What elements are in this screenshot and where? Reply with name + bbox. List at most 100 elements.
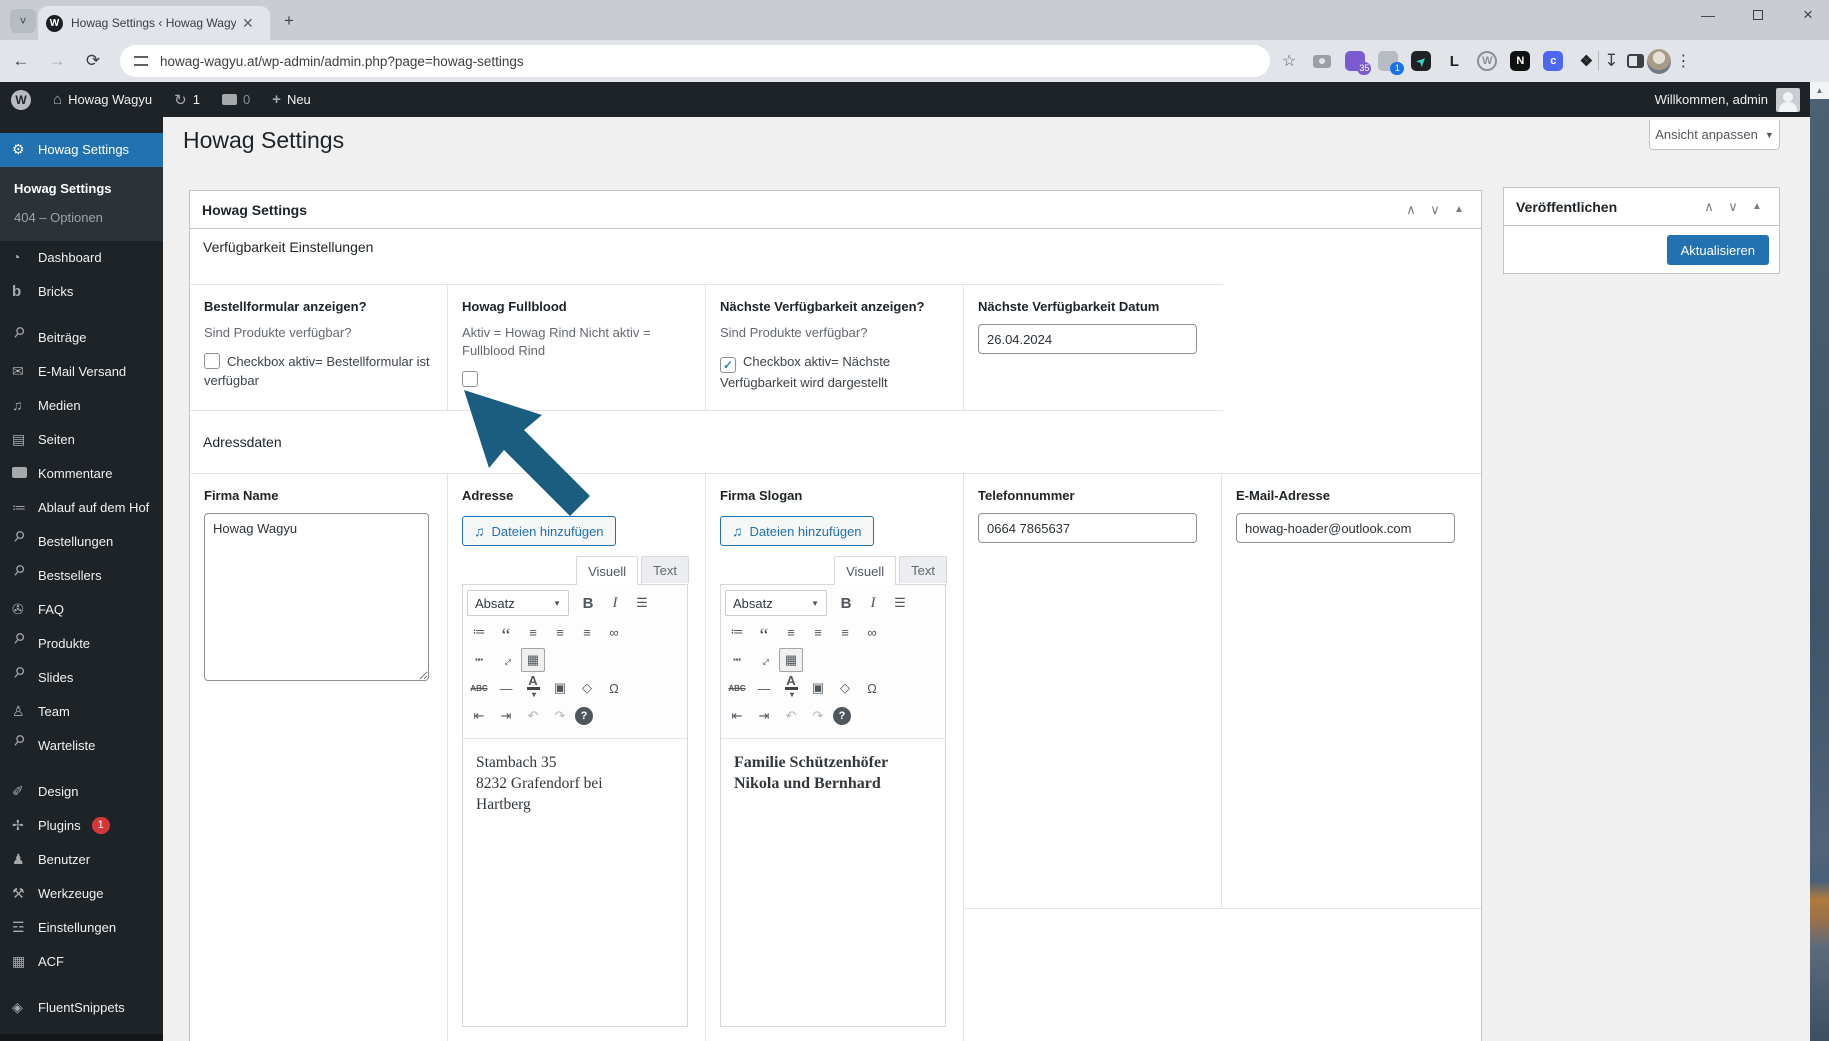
scrollbar-track[interactable] [1810,99,1829,1041]
sidebar-item-werkzeuge[interactable]: ⚒ Werkzeuge [0,877,163,911]
adminbar-account[interactable]: Willkommen, admin [1655,87,1810,112]
sidebar-item-bestellungen[interactable]: ⚲ Bestellungen [0,525,163,559]
undo-button[interactable]: ↶ [779,704,803,728]
email-input[interactable] [1236,513,1455,543]
read-more-button[interactable]: ┅ [725,648,749,672]
special-char-button[interactable]: Ω [602,676,626,700]
editor-content[interactable]: Stambach 35 8232 Grafendorf bei Hartberg [463,739,687,828]
text-color-button[interactable]: A ▾ [779,674,803,700]
sidebar-item-kommentare[interactable]: Kommentare [0,457,163,491]
tab-search-button[interactable]: ˅ [10,9,36,33]
align-left-button[interactable]: ≡ [779,620,803,644]
extensions-puzzle-icon[interactable]: ❖ [1574,49,1598,73]
add-media-button[interactable]: ♫ Dateien hinzufügen [720,516,874,546]
sidebar-item-warteliste[interactable]: ⚲ Warteliste [0,729,163,763]
key-manager-icon[interactable]: 1 [1376,49,1405,75]
align-left-button[interactable]: ≡ [521,620,545,644]
sidebar-item-bricks[interactable]: b Bricks [0,275,163,309]
toggle-panel-icon[interactable]: ▲ [1745,201,1769,212]
metabox-header[interactable]: Howag Settings ∧ ∨ ▲ [190,191,1481,229]
browser-tab[interactable]: W Howag Settings ‹ Howag Wagyu ✕ [38,6,270,40]
text-color-button[interactable]: A ▾ [521,674,545,700]
align-right-button[interactable]: ≡ [833,620,857,644]
sidebar-item-seiten[interactable]: ▤ Seiten [0,423,163,457]
window-maximize-button[interactable] [1747,4,1769,26]
page-scrollbar[interactable]: ▲ [1810,82,1829,1041]
telefon-input[interactable] [978,513,1197,543]
sidebar-item-ablauf-auf-dem-hof[interactable]: ≔ Ablauf auf dem Hof [0,491,163,525]
sidebar-item-design[interactable]: ✐ Design [0,775,163,809]
tab-visuell[interactable]: Visuell [576,556,639,585]
new-tab-button[interactable]: + [284,11,294,31]
outdent-button[interactable]: ⇤ [725,704,749,728]
read-more-button[interactable]: ┅ [467,648,491,672]
reload-button[interactable]: ⟳ [78,51,108,71]
cursor-app-icon[interactable]: ➤ [1409,49,1433,73]
browser-menu-icon[interactable]: ⋮ [1675,51,1691,71]
site-settings-icon[interactable] [134,56,148,66]
screen-options-button[interactable]: Ansicht anpassen ▼ [1649,120,1780,150]
window-close-button[interactable]: × [1797,4,1819,26]
toolbar-toggle-button[interactable]: ▦ [779,648,803,672]
password-vault-icon[interactable]: 35 [1343,49,1372,75]
adminbar-updates[interactable]: ↻ 1 [163,82,211,117]
horizontal-rule-button[interactable]: — [494,676,518,700]
align-center-button[interactable]: ≡ [548,620,572,644]
strikethrough-button[interactable]: ABC [725,676,749,700]
adminbar-new[interactable]: + Neu [261,82,322,117]
indent-button[interactable]: ⇥ [752,704,776,728]
submenu-item-404-optionen[interactable]: 404 – Optionen [0,203,163,232]
link-button[interactable]: ∞ [602,620,626,644]
l-extension-icon[interactable]: L [1442,49,1466,73]
sidebar-item-slides[interactable]: ⚲ Slides [0,661,163,695]
tab-text[interactable]: Text [641,556,689,583]
downloads-icon[interactable]: ↧ [1599,49,1623,73]
paste-text-button[interactable]: ▣ [548,676,572,700]
adminbar-site-link[interactable]: ⌂ Howag Wagyu [42,82,163,117]
numbered-list-button[interactable]: ≔ [467,620,491,644]
bold-button[interactable]: B [834,591,858,615]
window-minimize-button[interactable]: — [1697,4,1719,26]
outdent-button[interactable]: ⇤ [467,704,491,728]
sidebar-item-fluentsnippets[interactable]: ◈ FluentSnippets [0,991,163,1025]
bullet-list-button[interactable]: ☰ [630,591,654,615]
redo-button[interactable]: ↷ [548,704,572,728]
blockquote-button[interactable]: “ [494,620,518,646]
adminbar-comments[interactable]: 0 [211,82,261,117]
sidebar-item-team[interactable]: ♙ Team [0,695,163,729]
sidebar-item-einstellungen[interactable]: ☲ Einstellungen [0,911,163,945]
clear-format-button[interactable]: ◇ [833,676,857,700]
c-extension-icon[interactable]: c [1541,49,1565,73]
wordpress-circle-icon[interactable]: W [1475,49,1499,73]
datum-input[interactable] [978,324,1197,354]
bold-button[interactable]: B [576,591,600,615]
numbered-list-button[interactable]: ≔ [725,620,749,644]
tab-text[interactable]: Text [899,556,947,583]
bestellformular-checkbox[interactable] [204,353,220,369]
verfuegbarkeit-checkbox[interactable]: ✓ [720,357,736,373]
italic-button[interactable]: I [603,591,627,615]
strikethrough-button[interactable]: ABC [467,676,491,700]
submenu-item-howag-settings[interactable]: Howag Settings [0,174,163,203]
help-button[interactable]: ? [575,707,593,725]
toggle-panel-icon[interactable]: ▲ [1447,204,1471,215]
sidebar-item-e-mail-versand[interactable]: ✉ E-Mail Versand [0,355,163,389]
sidebar-item-benutzer[interactable]: ♟ Benutzer [0,843,163,877]
sidebar-item-medien[interactable]: ♫ Medien [0,389,163,423]
sidebar-item-produkte[interactable]: ⚲ Produkte [0,627,163,661]
tab-close-icon[interactable]: ✕ [242,15,254,32]
profile-avatar[interactable] [1647,48,1672,74]
special-char-button[interactable]: Ω [860,676,884,700]
toolbar-toggle-button[interactable]: ▦ [521,648,545,672]
update-button[interactable]: Aktualisieren [1666,235,1769,265]
clear-format-button[interactable]: ◇ [575,676,599,700]
sidebar-item-beitr-ge[interactable]: ⚲ Beiträge [0,321,163,355]
side-panel-icon[interactable] [1623,49,1647,73]
tab-visuell[interactable]: Visuell [834,556,897,585]
n-extension-icon[interactable]: N [1508,49,1532,73]
fullscreen-button[interactable]: ↔ [489,643,523,677]
firma-name-textarea[interactable] [204,513,429,681]
blockquote-button[interactable]: “ [752,620,776,646]
horizontal-rule-button[interactable]: — [752,676,776,700]
address-bar[interactable]: howag-wagyu.at/wp-admin/admin.php?page=h… [120,45,1270,77]
